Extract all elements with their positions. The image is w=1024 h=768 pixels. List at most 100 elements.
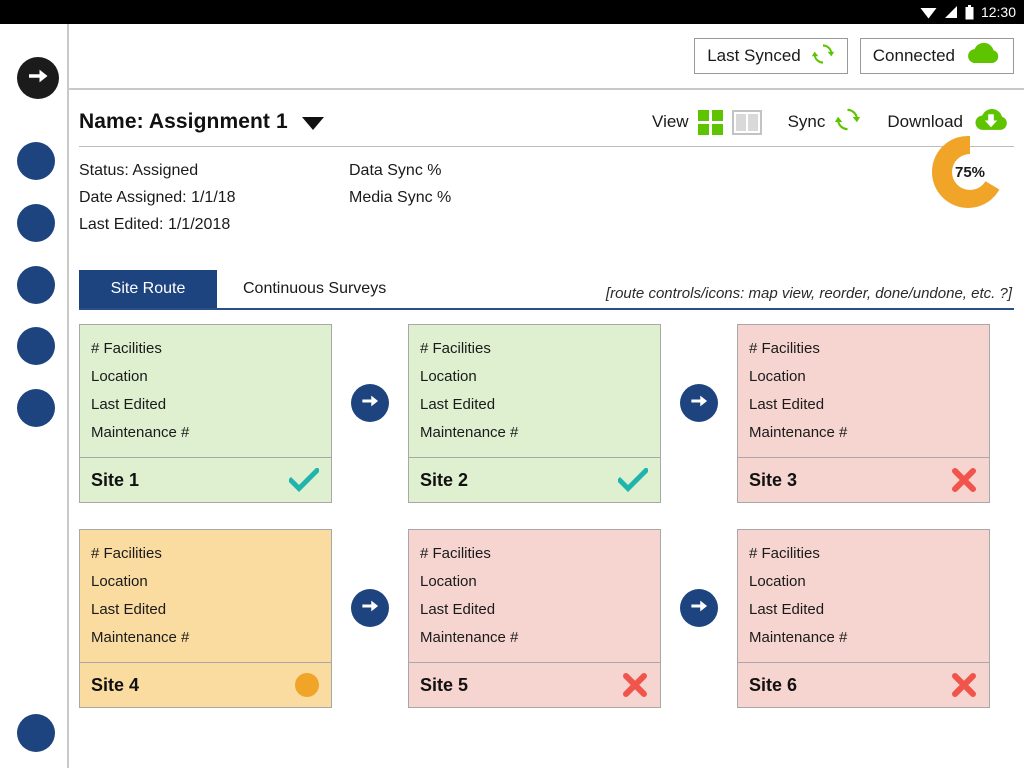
- assignment-title-row: Name: Assignment 1 View Sync Download: [79, 106, 1014, 147]
- rail-dot-3[interactable]: [17, 266, 55, 304]
- site-card-footer: Site 6: [738, 663, 989, 707]
- field-location: Location: [91, 368, 148, 385]
- site-route-grid: # Facilities Location Last Edited Mainte…: [69, 310, 1024, 708]
- column-view-icon[interactable]: [731, 109, 762, 135]
- assignment-meta-col-2: Data Sync % Media Sync %: [349, 157, 649, 238]
- field-last-edited: Last Edited: [91, 396, 167, 413]
- view-label: View: [652, 112, 689, 131]
- field-last-edited: Last Edited: [749, 396, 825, 413]
- site-card-fields: # Facilities Location Last Edited Mainte…: [409, 530, 660, 663]
- site-card-footer: Site 2: [409, 458, 660, 502]
- tab-continuous-surveys[interactable]: Continuous Surveys: [217, 270, 413, 308]
- arrow-right-circle-icon: [359, 595, 381, 622]
- cross-icon: [622, 672, 648, 698]
- field-maintenance: Maintenance #: [420, 424, 519, 441]
- rail-dot-6[interactable]: [17, 714, 55, 752]
- field-maintenance: Maintenance #: [749, 629, 848, 646]
- last-synced-label: Last Synced: [707, 46, 801, 65]
- top-bar: Last Synced Connected: [69, 24, 1024, 90]
- sync-control[interactable]: Sync: [788, 106, 862, 138]
- assignment-date-assigned: Date Assigned: 1/1/18: [79, 189, 236, 206]
- site-card-footer: Site 5: [409, 663, 660, 707]
- site-card-footer: Site 1: [80, 458, 331, 502]
- sync-refresh-icon: [834, 106, 861, 138]
- assignment-status: Status: Assigned: [79, 162, 199, 179]
- app-frame: Last Synced Connected Name: Assignment 1…: [0, 24, 1024, 768]
- android-status-bar: 12:30: [0, 0, 1024, 24]
- chevron-down-icon[interactable]: [301, 117, 324, 130]
- field-facilities: # Facilities: [91, 340, 162, 357]
- assignment-meta-col-1: Status: Assigned Date Assigned: 1/1/18 L…: [79, 157, 349, 238]
- field-last-edited: Last Edited: [420, 601, 496, 618]
- connection-status-button[interactable]: Connected: [859, 38, 1014, 74]
- left-navigation-rail: [0, 24, 69, 768]
- field-facilities: # Facilities: [749, 340, 820, 357]
- cross-icon: [951, 467, 977, 493]
- site-name: Site 2: [420, 469, 469, 490]
- rail-dot-5[interactable]: [17, 389, 55, 427]
- status-bar-clock: 12:30: [980, 4, 1016, 20]
- check-icon: [289, 468, 319, 492]
- route-connector-3[interactable]: [351, 589, 389, 627]
- field-facilities: # Facilities: [420, 545, 491, 562]
- tab-site-route[interactable]: Site Route: [79, 270, 217, 308]
- site-card-3[interactable]: # Facilities Location Last Edited Mainte…: [737, 324, 990, 503]
- page-title: Name: Assignment 1: [79, 110, 288, 133]
- site-row-1: # Facilities Location Last Edited Mainte…: [79, 324, 1014, 503]
- assignment-header: Name: Assignment 1 View Sync Download St…: [69, 90, 1024, 238]
- site-name: Site 6: [749, 674, 798, 695]
- data-sync-label: Data Sync %: [349, 162, 442, 179]
- field-location: Location: [749, 573, 806, 590]
- site-card-fields: # Facilities Location Last Edited Mainte…: [738, 325, 989, 458]
- site-card-6[interactable]: # Facilities Location Last Edited Mainte…: [737, 529, 990, 708]
- site-card-footer: Site 3: [738, 458, 989, 502]
- field-last-edited: Last Edited: [91, 601, 167, 618]
- site-name: Site 4: [91, 674, 140, 695]
- arrow-right-circle-icon: [359, 390, 381, 417]
- field-location: Location: [420, 573, 477, 590]
- check-icon: [618, 468, 648, 492]
- sync-progress-donut-chart: 75%: [930, 132, 1010, 212]
- download-label: Download: [887, 112, 963, 131]
- cross-icon: [951, 672, 977, 698]
- view-control: View: [652, 109, 762, 135]
- assignment-meta: Status: Assigned Date Assigned: 1/1/18 L…: [79, 147, 1014, 238]
- grid-view-icon[interactable]: [697, 109, 723, 135]
- field-maintenance: Maintenance #: [420, 629, 519, 646]
- circle-icon: [295, 673, 319, 697]
- connected-label: Connected: [872, 46, 955, 65]
- site-card-1[interactable]: # Facilities Location Last Edited Mainte…: [79, 324, 332, 503]
- site-card-4[interactable]: # Facilities Location Last Edited Mainte…: [79, 529, 332, 708]
- route-controls-placeholder-note: [route controls/icons: map view, reorder…: [605, 285, 1012, 302]
- field-facilities: # Facilities: [749, 545, 820, 562]
- arrow-right-circle-icon: [688, 595, 710, 622]
- field-location: Location: [91, 573, 148, 590]
- route-connector-2[interactable]: [680, 384, 718, 422]
- route-connector-1[interactable]: [351, 384, 389, 422]
- media-sync-label: Media Sync %: [349, 189, 452, 206]
- site-card-footer: Site 4: [80, 663, 331, 707]
- cloud-icon: [965, 41, 1001, 71]
- site-card-5[interactable]: # Facilities Location Last Edited Mainte…: [408, 529, 661, 708]
- cellular-signal-icon: [944, 5, 958, 19]
- rail-dot-4[interactable]: [17, 327, 55, 365]
- field-last-edited: Last Edited: [420, 396, 496, 413]
- main-content: Last Synced Connected Name: Assignment 1…: [69, 24, 1024, 768]
- site-name: Site 3: [749, 469, 798, 490]
- field-maintenance: Maintenance #: [91, 629, 190, 646]
- rail-dot-2[interactable]: [17, 204, 55, 242]
- site-card-2[interactable]: # Facilities Location Last Edited Mainte…: [408, 324, 661, 503]
- route-connector-4[interactable]: [680, 589, 718, 627]
- field-maintenance: Maintenance #: [749, 424, 848, 441]
- site-row-2: # Facilities Location Last Edited Mainte…: [79, 529, 1014, 708]
- site-card-fields: # Facilities Location Last Edited Mainte…: [409, 325, 660, 458]
- site-card-fields: # Facilities Location Last Edited Mainte…: [80, 325, 331, 458]
- tab-bar: Site Route Continuous Surveys [route con…: [79, 270, 1014, 310]
- back-button[interactable]: [17, 57, 59, 99]
- field-facilities: # Facilities: [420, 340, 491, 357]
- site-name: Site 1: [91, 469, 140, 490]
- rail-dot-1[interactable]: [17, 142, 55, 180]
- wifi-icon: [920, 5, 937, 19]
- field-maintenance: Maintenance #: [91, 424, 190, 441]
- last-synced-button[interactable]: Last Synced: [694, 38, 848, 74]
